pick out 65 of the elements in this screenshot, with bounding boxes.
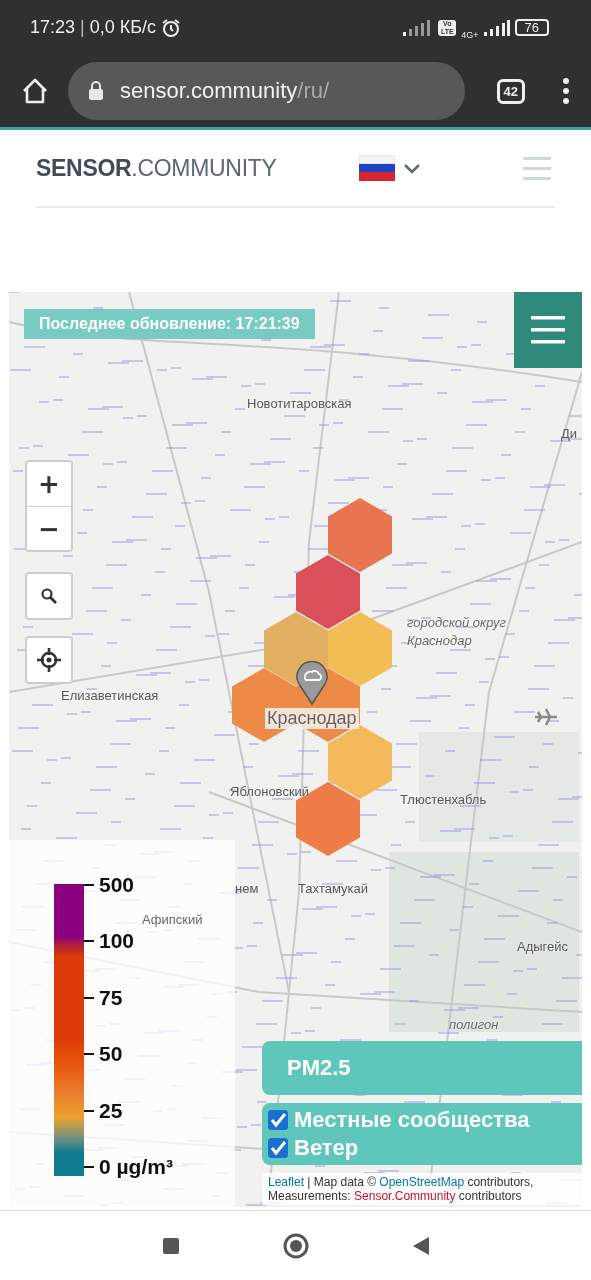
- scale-label: 50: [99, 1042, 123, 1067]
- tab-count-button[interactable]: 42: [496, 78, 525, 104]
- place-label: Тлюстенхабль: [400, 792, 487, 807]
- checkbox[interactable]: [268, 1138, 288, 1158]
- zoom-out-button[interactable]: −: [27, 506, 71, 550]
- layers-menu-button[interactable]: [514, 292, 582, 368]
- scale-label: 0 µg/m³: [99, 1154, 173, 1179]
- separator-text: |: [80, 17, 85, 38]
- network-speed: 0,0 КБ/с: [89, 17, 157, 38]
- network-type: 4G+: [461, 29, 479, 40]
- place-label: Краснодар: [265, 708, 359, 729]
- battery-indicator: 76: [514, 19, 549, 36]
- scale-label: 25: [99, 1098, 123, 1123]
- tick-mark: [84, 940, 94, 943]
- crosshair-icon: [36, 647, 62, 673]
- search-button[interactable]: [25, 572, 73, 620]
- russian-flag-icon[interactable]: [358, 155, 395, 181]
- locate-button[interactable]: [25, 636, 73, 684]
- airplane-icon: [533, 707, 559, 727]
- tick-mark: [84, 1109, 94, 1112]
- site-logo[interactable]: SENSOR.COMMUNITY: [36, 154, 277, 182]
- checkmark-icon: [269, 1139, 287, 1157]
- attribution-link[interactable]: Sensor.Community: [354, 1189, 456, 1203]
- place-label: Елизаветинская: [61, 688, 159, 703]
- layer-label: Местные сообщества: [294, 1107, 530, 1133]
- more-options-icon[interactable]: [561, 76, 571, 106]
- layer-label: Ветер: [294, 1135, 359, 1161]
- checkmark-icon: [269, 1111, 287, 1129]
- chevron-down-icon[interactable]: [402, 162, 421, 174]
- scale-label: 100: [99, 929, 135, 954]
- clock-time: 17:23: [30, 17, 76, 38]
- tick-mark: [84, 1165, 94, 1168]
- place-label: Яблоновский: [230, 784, 310, 799]
- place-label: Тахтамукай: [298, 881, 369, 896]
- menu-icon: [531, 316, 565, 344]
- place-label: городской округ Краснодар: [407, 614, 507, 650]
- attribution-text: Measurements: Sensor.Community contributors: [268, 1189, 523, 1203]
- alarm-icon: [161, 17, 182, 38]
- lock-icon: [88, 81, 104, 101]
- pollution-hexagon[interactable]: [328, 498, 392, 572]
- signal-icon: [483, 18, 510, 37]
- pollution-hexagon[interactable]: [296, 555, 360, 629]
- tick-mark: [84, 996, 94, 999]
- place-label: Афипский: [142, 912, 203, 927]
- last-update-banner: Последнее обновление: 17:21:39: [24, 309, 315, 339]
- checkbox[interactable]: [268, 1110, 288, 1130]
- home-button-icon[interactable]: [281, 1231, 310, 1260]
- place-label: Ди: [561, 426, 578, 441]
- attribution-link[interactable]: Leaflet: [268, 1175, 305, 1189]
- scale-label: 75: [99, 985, 123, 1010]
- map-marker-icon[interactable]: [295, 660, 329, 706]
- place-label: Новотитаровская: [247, 396, 352, 411]
- scale-label: 500: [99, 873, 135, 897]
- search-icon: [41, 588, 57, 604]
- place-label: полигон: [449, 1016, 500, 1034]
- attribution-text: Leaflet | Map data © OpenStreetMap contributors,: [268, 1175, 535, 1189]
- tick-mark: [84, 1053, 94, 1056]
- tick-mark: [84, 884, 94, 886]
- attribution-link[interactable]: OpenStreetMap: [379, 1175, 465, 1189]
- place-label: нем: [235, 881, 259, 896]
- place-label: Адыгейс: [517, 939, 569, 954]
- url-text: sensor.community/ru/: [120, 78, 330, 104]
- pollution-hexagon[interactable]: [328, 612, 392, 686]
- recent-apps-icon[interactable]: [160, 1235, 181, 1256]
- address-bar[interactable]: sensor.community/ru/: [68, 62, 465, 120]
